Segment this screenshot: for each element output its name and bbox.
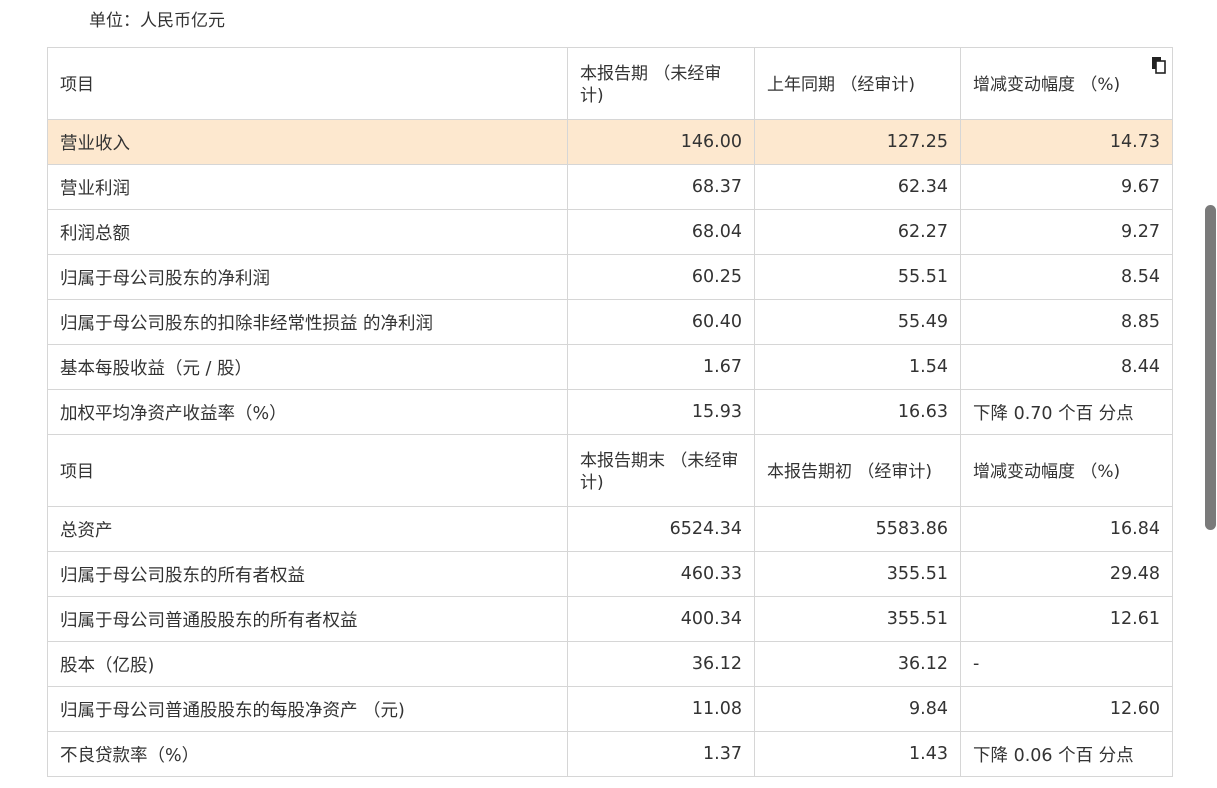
row-value: 6524.34: [567, 506, 755, 552]
table-row: 营业利润 68.37 62.34 9.67: [47, 164, 1173, 210]
row-value: 62.27: [754, 209, 961, 255]
vertical-scrollbar[interactable]: [1205, 205, 1216, 530]
header-cell: 本报告期末 （未经审计): [567, 434, 755, 507]
row-label: 利润总额: [47, 209, 568, 255]
row-value: 355.51: [754, 596, 961, 642]
unit-label: 单位：人民币亿元: [89, 11, 225, 31]
row-value: 8.85: [960, 299, 1173, 345]
row-value: 36.12: [754, 641, 961, 687]
table-row: 归属于母公司股东的净利润 60.25 55.51 8.54: [47, 254, 1173, 300]
row-value: 14.73: [960, 119, 1173, 165]
row-label: 不良贷款率（%）: [47, 731, 568, 777]
row-value: 12.60: [960, 686, 1173, 732]
row-label: 归属于母公司股东的净利润: [47, 254, 568, 300]
row-value: 460.33: [567, 551, 755, 597]
row-value: 60.25: [567, 254, 755, 300]
table-row: 基本每股收益（元 / 股） 1.67 1.54 8.44: [47, 344, 1173, 390]
row-value: -: [960, 641, 1173, 687]
row-value: 15.93: [567, 389, 755, 435]
table-row: 归属于母公司普通股股东的所有者权益 400.34 355.51 12.61: [47, 596, 1173, 642]
table-row: 不良贷款率（%） 1.37 1.43 下降 0.06 个百 分点: [47, 731, 1173, 777]
row-label: 加权平均净资产收益率（%）: [47, 389, 568, 435]
row-value: 9.67: [960, 164, 1173, 210]
row-value: 68.04: [567, 209, 755, 255]
row-value: 1.67: [567, 344, 755, 390]
row-value: 16.84: [960, 506, 1173, 552]
row-value: 60.40: [567, 299, 755, 345]
row-value: 5583.86: [754, 506, 961, 552]
row-value: 62.34: [754, 164, 961, 210]
row-value: 1.54: [754, 344, 961, 390]
row-value: 55.51: [754, 254, 961, 300]
row-value: 400.34: [567, 596, 755, 642]
table-row: 加权平均净资产收益率（%） 15.93 16.63 下降 0.70 个百 分点: [47, 389, 1173, 435]
row-value: 127.25: [754, 119, 961, 165]
table-row: 利润总额 68.04 62.27 9.27: [47, 209, 1173, 255]
row-label: 归属于母公司普通股股东的每股净资产 （元): [47, 686, 568, 732]
table-row: 总资产 6524.34 5583.86 16.84: [47, 506, 1173, 552]
row-value: 146.00: [567, 119, 755, 165]
table-row: 归属于母公司股东的所有者权益 460.33 355.51 29.48: [47, 551, 1173, 597]
row-value: 1.43: [754, 731, 961, 777]
header-cell: 增减变动幅度 （%): [960, 47, 1173, 120]
header-row: 项目 本报告期 （未经审计) 上年同期 （经审计) 增减变动幅度 （%): [47, 47, 1173, 120]
table-row: 归属于母公司普通股股东的每股净资产 （元) 11.08 9.84 12.60: [47, 686, 1173, 732]
row-value: 8.44: [960, 344, 1173, 390]
row-value: 1.37: [567, 731, 755, 777]
row-value: 12.61: [960, 596, 1173, 642]
row-label: 归属于母公司股东的所有者权益: [47, 551, 568, 597]
row-label: 股本（亿股): [47, 641, 568, 687]
table-row: 归属于母公司股东的扣除非经常性损益 的净利润 60.40 55.49 8.85: [47, 299, 1173, 345]
header-cell: 本报告期 （未经审计): [567, 47, 755, 120]
header-cell: 本报告期初 （经审计): [754, 434, 961, 507]
header-row: 项目 本报告期末 （未经审计) 本报告期初 （经审计) 增减变动幅度 （%): [47, 434, 1173, 507]
row-label: 归属于母公司股东的扣除非经常性损益 的净利润: [47, 299, 568, 345]
row-value: 9.27: [960, 209, 1173, 255]
row-label: 营业收入: [47, 119, 568, 165]
row-value: 68.37: [567, 164, 755, 210]
row-label: 总资产: [47, 506, 568, 552]
row-value: 下降 0.06 个百 分点: [960, 731, 1173, 777]
data-table: 项目 本报告期 （未经审计) 上年同期 （经审计) 增减变动幅度 （%) 营业收入 146…: [47, 47, 1173, 777]
header-cell: 项目: [47, 47, 568, 120]
header-cell: 项目: [47, 434, 568, 507]
financial-table: 项目 本报告期 （未经审计) 上年同期 （经审计) 增减变动幅度 （%) 营业收入 146…: [47, 47, 1173, 777]
row-label: 归属于母公司普通股股东的所有者权益: [47, 596, 568, 642]
row-value: 8.54: [960, 254, 1173, 300]
row-value: 29.48: [960, 551, 1173, 597]
copy-icon[interactable]: [1150, 56, 1168, 74]
row-label: 基本每股收益（元 / 股）: [47, 344, 568, 390]
row-value: 355.51: [754, 551, 961, 597]
table-row: 营业收入 146.00 127.25 14.73: [47, 119, 1173, 165]
row-value: 36.12: [567, 641, 755, 687]
row-value: 11.08: [567, 686, 755, 732]
row-value: 下降 0.70 个百 分点: [960, 389, 1173, 435]
row-value: 9.84: [754, 686, 961, 732]
table-row: 股本（亿股) 36.12 36.12-: [47, 641, 1173, 687]
row-label: 营业利润: [47, 164, 568, 210]
header-cell: 增减变动幅度 （%): [960, 434, 1173, 507]
row-value: 16.63: [754, 389, 961, 435]
header-cell: 上年同期 （经审计): [754, 47, 961, 120]
row-value: 55.49: [754, 299, 961, 345]
